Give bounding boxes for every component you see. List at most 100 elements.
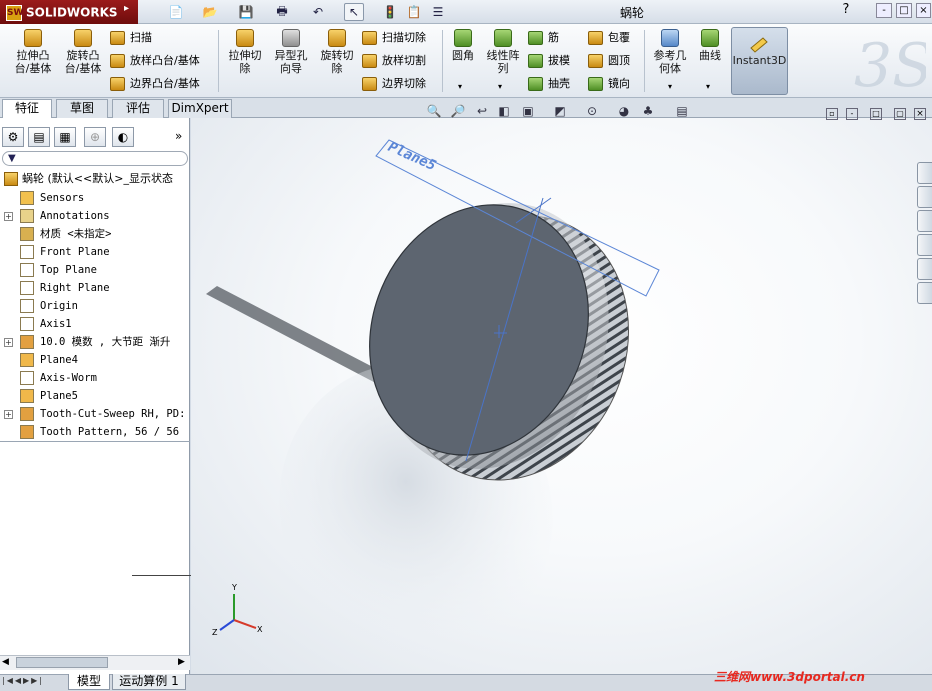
fillet-dropdown-icon[interactable]: ▾ [458, 82, 462, 91]
rib-button[interactable]: 筋 [526, 29, 559, 47]
scene-icon[interactable]: ♣ [640, 103, 656, 119]
scrollbar-thumb[interactable] [16, 657, 108, 668]
tree-item[interactable]: Sensors [0, 189, 190, 207]
tree-item[interactable]: + Annotations [0, 207, 190, 225]
solidworks-logo[interactable]: SW SOLIDWORKS [0, 0, 138, 24]
draft-button[interactable]: 拔模 [526, 52, 570, 70]
tree-item-label: Axis1 [40, 318, 72, 330]
revolve-boss-button[interactable]: 旋转凸 台/基体 [60, 27, 106, 75]
dome-button[interactable]: 圆顶 [586, 52, 630, 70]
shell-button[interactable]: 抽壳 [526, 75, 570, 93]
configuration-manager-icon[interactable]: ▦ [54, 127, 76, 147]
open-folder-icon[interactable]: 📂 [200, 3, 220, 21]
select-cursor-icon[interactable]: ↖ [344, 3, 364, 21]
tree-item[interactable]: Top Plane [0, 261, 190, 279]
view-settings-icon[interactable]: ▤ [674, 103, 690, 119]
curves-button[interactable]: 曲线 [694, 27, 726, 62]
print-icon[interactable]: 🖶 [272, 3, 292, 21]
model-render[interactable] [191, 118, 932, 674]
restore-button[interactable]: □ [896, 3, 912, 18]
expand-icon[interactable]: + [4, 410, 13, 419]
tree-item[interactable]: Origin [0, 297, 190, 315]
tab-model[interactable]: 模型 [68, 674, 110, 690]
save-icon[interactable]: 💾 [236, 3, 256, 21]
menu-arrow-icon[interactable]: ▸ [124, 3, 136, 21]
viewport-minimize-button[interactable]: - [846, 108, 858, 120]
extrude-cut-button[interactable]: 拉伸切 除 [224, 27, 266, 75]
undo-icon[interactable]: ↶ [308, 3, 328, 21]
tab-evaluate[interactable]: 评估 [112, 99, 164, 118]
design-library-tab-icon[interactable] [917, 186, 932, 208]
file-properties-icon[interactable]: 📋 [404, 3, 424, 21]
property-manager-icon[interactable]: ▤ [28, 127, 50, 147]
viewport-close-button[interactable]: × [914, 108, 926, 120]
tab-motion-study[interactable]: 运动算例 1 [112, 674, 186, 690]
display-manager-icon[interactable]: ◐ [112, 127, 134, 147]
tree-item[interactable]: Axis-Worm [0, 369, 190, 387]
pattern-dropdown-icon[interactable]: ▾ [498, 82, 502, 91]
ref-geometry-dropdown-icon[interactable]: ▾ [668, 82, 672, 91]
expand-icon[interactable]: + [4, 338, 13, 347]
section-view-icon[interactable]: ◧ [496, 103, 512, 119]
tree-item[interactable]: Plane4 [0, 351, 190, 369]
tree-item[interactable]: Axis1 [0, 315, 190, 333]
wrap-button[interactable]: 包覆 [586, 29, 630, 47]
tree-filter-field[interactable]: ▼ [2, 151, 188, 166]
minimize-button[interactable]: - [876, 3, 892, 18]
tree-item[interactable]: Tooth Pattern, 56 / 56 [0, 423, 190, 441]
separator [218, 30, 219, 92]
viewport-tile-icon[interactable]: ▫ [826, 108, 838, 120]
tree-item[interactable]: +10.0 模数 , 大节距 渐升 [0, 333, 190, 351]
mirror-button[interactable]: 镜向 [586, 75, 630, 93]
boundary-cut-button[interactable]: 边界切除 [360, 75, 426, 93]
custom-properties-tab-icon[interactable] [917, 282, 932, 304]
sweep-button[interactable]: 扫描 [108, 29, 152, 47]
filter-icon: ▼ [8, 153, 16, 164]
tree-item[interactable]: + Tooth-Cut-Sweep RH, PD: 5 [0, 405, 190, 423]
viewport-restore-button[interactable]: □ [870, 108, 882, 120]
tab-sketch[interactable]: 草图 [56, 99, 108, 118]
viewport-maximize-button[interactable]: ▢ [894, 108, 906, 120]
options-icon[interactable]: ☰ [428, 3, 448, 21]
reference-geometry-button[interactable]: 参考几 何体 [648, 27, 692, 75]
hide-show-icon[interactable]: ⊙ [584, 103, 600, 119]
tree-item[interactable]: 材质 <未指定> [0, 225, 190, 243]
appearance-icon[interactable]: ◕ [616, 103, 632, 119]
scroll-left-icon[interactable]: ◀ [2, 657, 9, 667]
expand-icon[interactable]: + [4, 212, 13, 221]
boundary-boss-button[interactable]: 边界凸台/基体 [108, 75, 200, 93]
zoom-area-icon[interactable]: 🔎 [450, 103, 466, 119]
hole-wizard-button[interactable]: 异型孔 向导 [270, 27, 312, 75]
help-icon[interactable]: ? [838, 3, 854, 18]
close-button[interactable]: × [916, 3, 931, 18]
sweep-cut-button[interactable]: 扫描切除 [360, 29, 426, 47]
extrude-boss-button[interactable]: 拉伸凸 台/基体 [10, 27, 56, 75]
view-palette-tab-icon[interactable] [917, 234, 932, 256]
tab-features[interactable]: 特征 [2, 99, 52, 119]
tab-scroll-arrows-icon[interactable]: |◀◀▶▶| [2, 676, 44, 685]
fillet-button[interactable]: 圆角 [446, 27, 480, 62]
resources-tab-icon[interactable] [917, 162, 932, 184]
tree-item[interactable]: Front Plane [0, 243, 190, 261]
tree-root[interactable]: 蜗轮 (默认<<默认>_显示状态 [0, 170, 190, 188]
feature-tree-icon[interactable]: ⚙ [2, 127, 24, 147]
file-explorer-tab-icon[interactable] [917, 210, 932, 232]
zoom-to-fit-icon[interactable]: 🔍 [426, 103, 442, 119]
scroll-right-icon[interactable]: ▶ [178, 657, 185, 667]
curves-dropdown-icon[interactable]: ▾ [706, 82, 710, 91]
tree-item[interactable]: Right Plane [0, 279, 190, 297]
new-document-icon[interactable]: 📄 [166, 3, 186, 21]
tab-dimxpert[interactable]: DimXpert [168, 99, 232, 118]
linear-pattern-button[interactable]: 线性阵 列 [482, 27, 524, 75]
view-orientation-icon[interactable]: ▣ [520, 103, 536, 119]
dimxpert-manager-icon[interactable]: ⊕ [84, 127, 106, 147]
display-style-icon[interactable]: ◩ [552, 103, 568, 119]
revolve-cut-button[interactable]: 旋转切 除 [316, 27, 358, 75]
previous-view-icon[interactable]: ↩ [474, 103, 490, 119]
tree-item[interactable]: Plane5 [0, 387, 190, 405]
rebuild-icon[interactable]: 🚦 [380, 3, 400, 21]
loft-boss-button[interactable]: 放样凸台/基体 [108, 52, 200, 70]
expand-panel-icon[interactable]: » [175, 129, 182, 143]
loft-cut-button[interactable]: 放样切割 [360, 52, 426, 70]
appearances-tab-icon[interactable] [917, 258, 932, 280]
